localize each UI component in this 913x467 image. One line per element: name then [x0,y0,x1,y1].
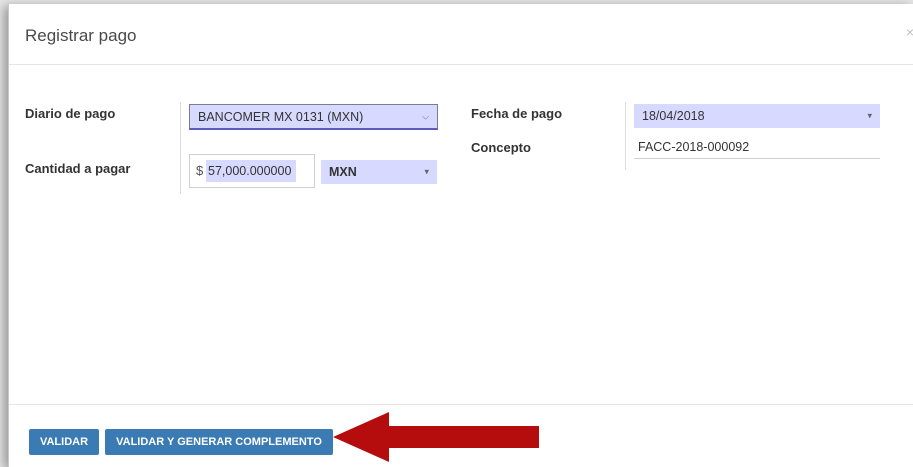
cantidad-label: Cantidad a pagar [25,161,131,176]
validar-generar-complemento-button[interactable]: VALIDAR Y GENERAR COMPLEMENTO [105,429,333,455]
diario-label: Diario de pago [25,106,116,121]
dialog-title: Registrar pago [25,26,137,45]
amount-field: $ [189,154,315,188]
chevron-down-icon: ⌵ [422,111,429,121]
close-icon[interactable]: × [906,24,913,40]
column-divider-right [625,102,626,170]
fecha-select[interactable]: 18/04/2018 ▾ [634,104,880,128]
validar-button[interactable]: VALIDAR [29,429,99,455]
concepto-field[interactable]: FACC-2018-000092 [634,135,880,159]
screen: Registrar pago × Diario de pago BANCOMER… [0,0,913,467]
annotation-arrow-icon [333,412,539,462]
register-payment-dialog: Registrar pago × Diario de pago BANCOMER… [8,4,913,467]
currency-select[interactable]: MXN ▾ [321,160,437,184]
currency-select-value: MXN [329,165,357,179]
caret-down-icon: ▾ [424,166,429,177]
concepto-label: Concepto [471,140,531,155]
caret-down-icon: ▾ [867,110,872,121]
amount-input[interactable] [206,160,296,182]
fecha-label: Fecha de pago [471,106,563,121]
currency-symbol: $ [196,163,204,178]
column-divider-left [180,102,181,194]
diario-select-value: BANCOMER MX 0131 (MXN) [198,109,364,124]
fecha-select-value: 18/04/2018 [642,109,705,123]
dialog-header: Registrar pago × [9,4,913,65]
diario-select[interactable]: BANCOMER MX 0131 (MXN) ⌵ [189,104,438,130]
